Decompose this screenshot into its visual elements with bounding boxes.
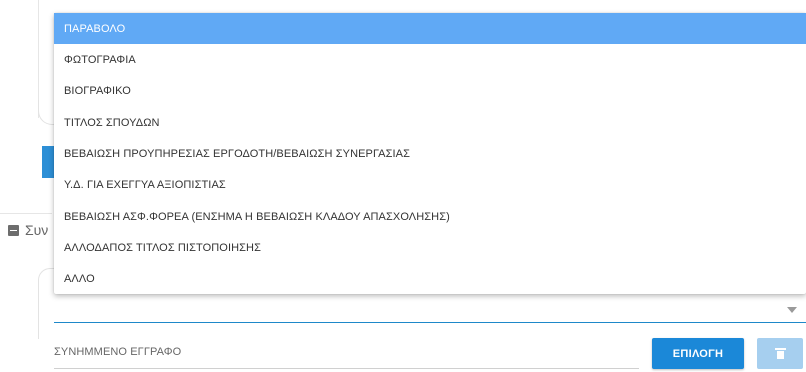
caret-down-icon[interactable]	[787, 307, 797, 313]
delete-button[interactable]	[757, 338, 803, 369]
dropdown-option[interactable]: ΦΩΤΟΓΡΑΦΙΑ	[54, 44, 806, 75]
document-type-select-underline[interactable]	[54, 322, 806, 323]
dropdown-option[interactable]: ΤΙΤΛΟΣ ΣΠΟΥΔΩΝ	[54, 107, 806, 138]
section-divider	[0, 213, 52, 214]
dropdown-option[interactable]: ΒΕΒΑΙΩΣΗ ΑΣΦ.ΦΟΡΕΑ (ΕΝΣΗΜΑ Η ΒΕΒΑΙΩΣΗ ΚΛ…	[54, 201, 806, 232]
document-type-dropdown: ΠΑΡΑΒΟΛΟ ΦΩΤΟΓΡΑΦΙΑ ΒΙΟΓΡΑΦΙΚΟ ΤΙΤΛΟΣ ΣΠ…	[54, 13, 806, 294]
minus-square-icon[interactable]	[8, 224, 19, 236]
dropdown-option[interactable]: ΠΑΡΑΒΟΛΟ	[54, 13, 806, 44]
dropdown-option[interactable]: ΑΛΛΟΔΑΠΟΣ ΤΙΤΛΟΣ ΠΙΣΤΟΠΟΙΗΣΗΣ	[54, 232, 806, 263]
attachment-field-underline	[54, 368, 639, 369]
dropdown-option[interactable]: Υ.Δ. ΓΙΑ ΕΧΕΓΓΥΑ ΑΞΙΟΠΙΣΤΙΑΣ	[54, 169, 806, 200]
dropdown-option[interactable]: ΒΕΒΑΙΩΣΗ ΠΡΟΥΠΗΡΕΣΙΑΣ ΕΡΓΟΔΟΤΗ/ΒΕΒΑΙΩΣΗ …	[54, 138, 806, 169]
dropdown-option[interactable]: ΒΙΟΓΡΑΦΙΚΟ	[54, 75, 806, 106]
select-file-button[interactable]: ΕΠΙΛΟΓΗ	[652, 338, 744, 369]
section-header[interactable]: Συν	[8, 222, 48, 238]
trash-icon	[774, 348, 786, 359]
attachment-label: ΣΥΝΗΜΜΕΝΟ ΕΓΓΡΑΦΟ	[54, 346, 182, 358]
dropdown-option[interactable]: ΑΛΛΟ	[54, 263, 806, 294]
section-title: Συν	[25, 222, 49, 238]
